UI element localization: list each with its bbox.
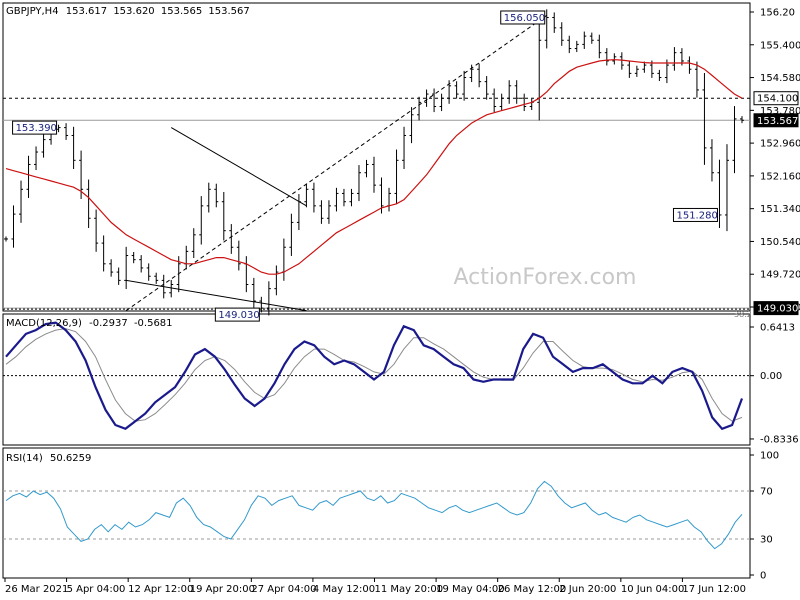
fib-level-label: 38.2 [734, 310, 752, 319]
high-value: 153.620 [113, 6, 154, 17]
x-tick-label: 26 Mar 2021 [5, 584, 68, 595]
price-level-label: 153.567 [757, 116, 798, 127]
macd-y-tick-label: 0.00 [760, 371, 782, 382]
chart-svg: ActionForex.com 38.2 156.20 155.400 154.58… [0, 0, 800, 600]
macd-value: -0.2937 [89, 318, 128, 329]
y-tick-label: 152.960 [760, 139, 800, 150]
price-callout-label: 151.280 [676, 210, 717, 221]
rsi-label: RSI(14) [6, 453, 43, 464]
rsi-y-tick-label: 0 [760, 571, 766, 582]
x-tick-label: 27 Apr 04:00 [251, 584, 316, 595]
price-panel [2, 2, 751, 312]
price-callout-label: 156.050 [504, 13, 545, 24]
macd-y-tick-label: 0.6413 [760, 323, 795, 334]
macd-label: MACD(12,26,9) [6, 318, 82, 329]
x-tick-label: 10 Jun 04:00 [621, 584, 685, 595]
x-tick-label: 5 Apr 04:00 [67, 584, 126, 595]
x-tick-label: 11 May 20:00 [375, 584, 444, 595]
y-tick-label: 155.400 [760, 40, 800, 51]
price-callout-label: 149.030 [218, 310, 259, 321]
x-tick-label: 17 Jun 12:00 [682, 584, 746, 595]
y-tick-label: 154.580 [760, 73, 800, 84]
macd-signal-value: -0.5681 [134, 318, 173, 329]
x-tick-label: 4 May 12:00 [313, 584, 375, 595]
x-tick-label: 19 Apr 20:00 [190, 584, 255, 595]
symbol-label: GBPJPY,H4 [6, 6, 59, 17]
close-value: 153.567 [208, 6, 249, 17]
rsi-y-tick-label: 100 [760, 451, 779, 462]
rsi-y-tick-label: 30 [760, 535, 773, 546]
x-tick-label: 2 Jun 20:00 [559, 584, 616, 595]
price-callout-label: 153.390 [16, 123, 57, 134]
low-value: 153.565 [161, 6, 202, 17]
price-level-label: 149.030 [757, 304, 798, 315]
price-header: GBPJPY,H4 153.617 153.620 153.565 153.56… [6, 6, 250, 17]
y-tick-label: 149.720 [760, 270, 800, 281]
rsi-y-tick-label: 70 [760, 487, 773, 498]
macd-header: MACD(12,26,9) -0.2937 -0.5681 [6, 318, 173, 329]
open-value: 153.617 [66, 6, 107, 17]
y-tick-label: 156.20 [760, 8, 795, 19]
rsi-value: 50.6259 [50, 453, 91, 464]
rsi-panel [2, 447, 751, 579]
x-tick-label: 26 May 12:00 [498, 584, 567, 595]
y-tick-label: 152.160 [760, 171, 800, 182]
watermark: ActionForex.com [454, 265, 637, 290]
x-tick-label: 19 May 04:00 [436, 584, 505, 595]
price-level-label: 154.100 [757, 94, 798, 105]
y-tick-label: 151.340 [760, 204, 800, 215]
x-tick-label: 12 Apr 12:00 [128, 584, 193, 595]
macd-y-tick-label: -0.8336 [760, 434, 799, 445]
y-tick-label: 150.540 [760, 237, 800, 248]
